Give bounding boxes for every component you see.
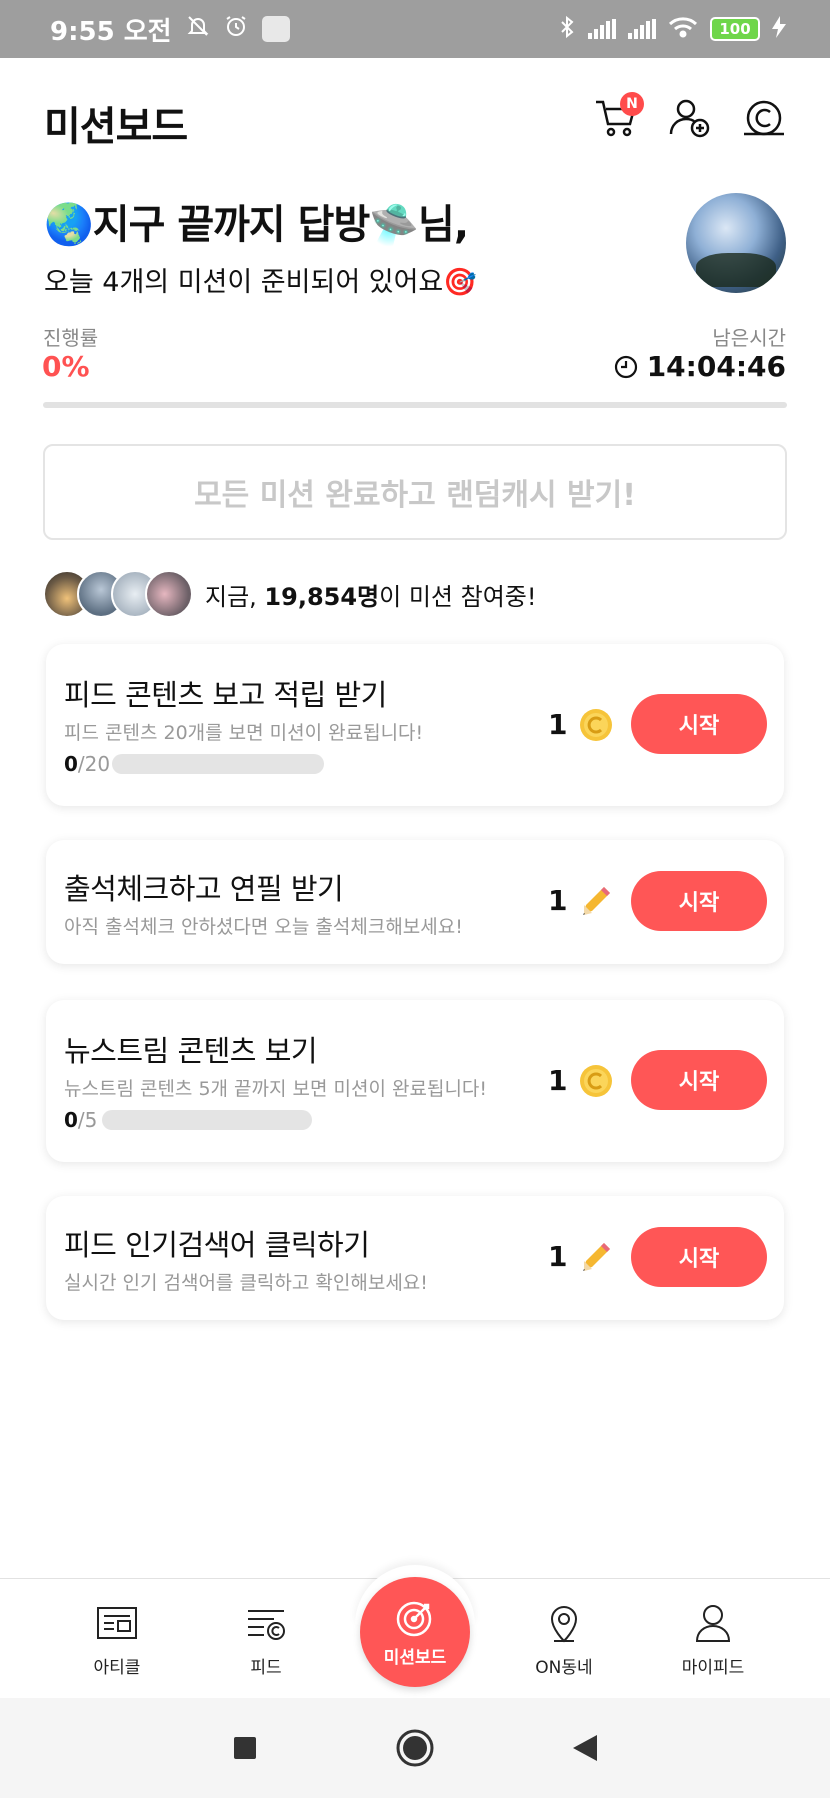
mission-card-attendance[interactable]: 출석체크하고 연필 받기 아직 출석체크 안하셨다면 오늘 출석체크해보세요! … xyxy=(46,840,784,964)
mission-progress-bar xyxy=(102,1110,312,1130)
nav-on-neighborhood-label: ON동네 xyxy=(535,1658,593,1678)
signal-roaming-icon xyxy=(628,19,656,39)
mission-title: 출석체크하고 연필 받기 xyxy=(64,872,344,906)
target-icon xyxy=(396,1601,432,1636)
bottom-nav: 아티클 피드 미션보드 ON동네 마이피드 xyxy=(0,1565,830,1698)
feed-icon xyxy=(248,1610,285,1640)
mission-progress-bar xyxy=(112,754,324,774)
cash-icon[interactable] xyxy=(740,94,788,142)
wifi-icon xyxy=(668,16,698,43)
participants-suffix: 이 미션 참여중! xyxy=(379,582,537,611)
mission-description: 피드 콘텐츠 20개를 보면 미션이 완료됩니다! xyxy=(64,722,424,744)
system-nav-bar xyxy=(0,1698,830,1798)
reward-amount: 1 xyxy=(548,1064,568,1097)
mission-description: 뉴스트림 콘텐츠 5개 끝까지 보면 미션이 완료됩니다! xyxy=(64,1078,488,1100)
page-title: 미션보드 xyxy=(44,104,188,150)
location-pin-icon xyxy=(550,1606,578,1643)
signal-icon xyxy=(588,19,616,39)
reward-amount: 1 xyxy=(548,1240,568,1273)
user-icon xyxy=(695,1605,731,1642)
nav-my-feed[interactable]: 마이피드 xyxy=(653,1601,773,1678)
complete-all-button[interactable]: 모든 미션 완료하고 랜덤캐시 받기! xyxy=(43,444,787,540)
start-button[interactable]: 시작 xyxy=(631,1050,767,1110)
coin-icon xyxy=(580,1065,612,1097)
pencil-icon xyxy=(583,1243,610,1271)
start-button[interactable]: 시작 xyxy=(631,1227,767,1287)
article-icon xyxy=(97,1607,137,1639)
mission-description: 실시간 인기 검색어를 클릭하고 확인해보세요! xyxy=(64,1272,428,1294)
status-bar: 9:55 오전 100 xyxy=(0,0,830,58)
coin-icon xyxy=(580,709,612,741)
alarm-icon xyxy=(224,14,248,44)
mission-count-total: /5 xyxy=(77,1108,98,1132)
mission-card-newstream[interactable]: 뉴스트림 콘텐츠 보기 뉴스트림 콘텐츠 5개 끝까지 보면 미션이 완료됩니다… xyxy=(46,1000,784,1162)
pencil-icon xyxy=(583,887,610,915)
remaining-time-label: 남은시간 xyxy=(712,326,786,350)
reward-amount: 1 xyxy=(548,884,568,917)
cart-badge: N xyxy=(620,92,644,116)
nav-my-feed-label: 마이피드 xyxy=(681,1658,745,1678)
mission-description: 아직 출석체크 안하셨다면 오늘 출석체크해보세요! xyxy=(64,916,463,938)
nav-article[interactable]: 아티클 xyxy=(57,1601,177,1678)
profile-avatar[interactable] xyxy=(686,193,786,293)
progress-bar xyxy=(43,402,787,408)
app-header: 미션보드 N xyxy=(0,58,830,178)
nav-feed-label: 피드 xyxy=(250,1658,282,1678)
mission-title: 뉴스트림 콘텐츠 보기 xyxy=(64,1034,318,1068)
greeting: 🌏지구 끝까지 답방🛸님, 오늘 4개의 미션이 준비되어 있어요🎯 xyxy=(44,192,477,299)
app-notification-icon xyxy=(261,16,290,42)
back-button[interactable] xyxy=(565,1728,605,1768)
progress-value: 0% xyxy=(42,350,90,383)
start-button[interactable]: 시작 xyxy=(631,694,767,754)
progress-label: 진행률 xyxy=(43,326,99,350)
start-button[interactable]: 시작 xyxy=(631,871,767,931)
nav-missionboard[interactable]: 미션보드 xyxy=(360,1577,470,1687)
nav-article-label: 아티클 xyxy=(93,1658,141,1678)
charging-icon xyxy=(772,15,786,43)
participants-count: 19,854명 xyxy=(264,582,380,611)
remaining-time: 14:04:46 xyxy=(613,350,786,383)
recent-apps-button[interactable] xyxy=(225,1728,265,1768)
bluetooth-icon xyxy=(558,15,576,44)
mission-card-trending-search[interactable]: 피드 인기검색어 클릭하기 실시간 인기 검색어를 클릭하고 확인해보세요! 1… xyxy=(46,1196,784,1320)
participants-row: 지금, 19,854명이 미션 참여중! xyxy=(43,568,536,620)
clock-icon xyxy=(614,355,637,378)
nav-feed[interactable]: 피드 xyxy=(206,1601,326,1678)
participants-prefix: 지금, xyxy=(205,582,265,611)
mission-title: 피드 인기검색어 클릭하기 xyxy=(64,1228,370,1262)
participants-text: 지금, 19,854명이 미션 참여중! xyxy=(205,577,536,612)
bell-muted-icon xyxy=(186,14,210,44)
mission-card-feed[interactable]: 피드 콘텐츠 보고 적립 받기 피드 콘텐츠 20개를 보면 미션이 완료됩니다… xyxy=(46,644,784,806)
mission-count-done: 0 xyxy=(64,1108,78,1132)
greeting-title: 🌏지구 끝까지 답방🛸님, xyxy=(44,202,469,248)
mission-title: 피드 콘텐츠 보고 적립 받기 xyxy=(64,678,387,712)
mission-count: 0/20 xyxy=(64,752,110,776)
mission-count-total: /20 xyxy=(77,752,111,776)
participant-avatar xyxy=(145,570,193,618)
reward-amount: 1 xyxy=(548,708,568,741)
nav-on-neighborhood[interactable]: ON동네 xyxy=(504,1601,624,1678)
remaining-time-value: 14:04:46 xyxy=(646,350,786,383)
home-button[interactable] xyxy=(395,1728,435,1768)
greeting-subtitle: 오늘 4개의 미션이 준비되어 있어요🎯 xyxy=(44,267,477,298)
nav-missionboard-label: 미션보드 xyxy=(383,1647,447,1668)
mission-count-done: 0 xyxy=(64,752,78,776)
status-time: 9:55 오전 xyxy=(50,16,172,47)
mission-count: 0/5 xyxy=(64,1108,97,1132)
add-friend-icon[interactable] xyxy=(666,94,714,142)
battery-icon: 100 xyxy=(710,17,760,41)
